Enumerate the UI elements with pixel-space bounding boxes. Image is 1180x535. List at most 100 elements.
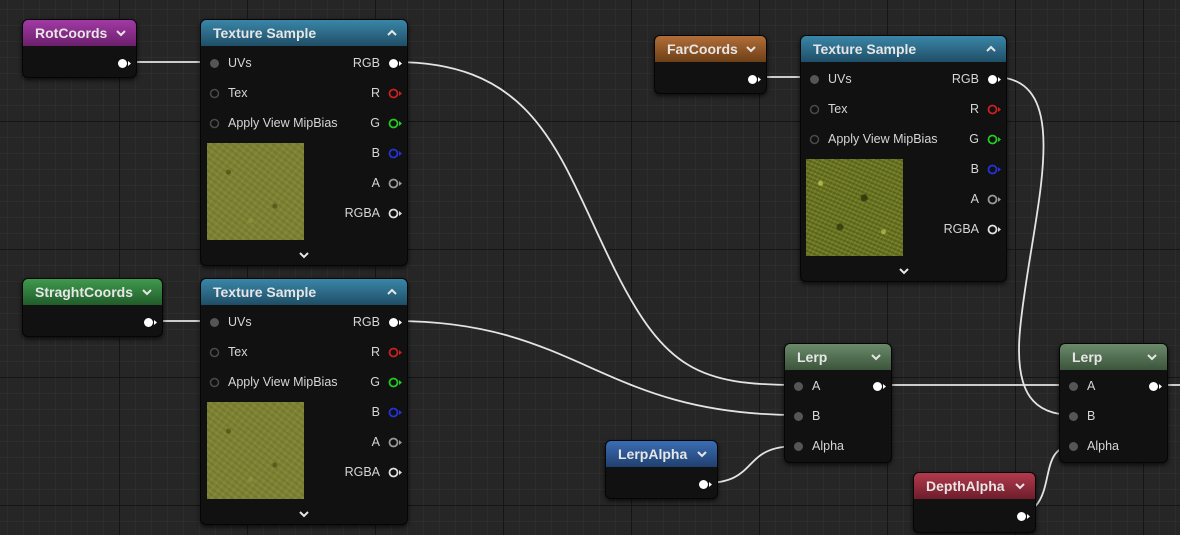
rotcoords-node[interactable]: RotCoords [22,19,137,78]
pin-rgba[interactable]: RGBA [345,203,402,223]
filled-circle-pin-icon[interactable] [1068,411,1079,422]
pin-apply-view-mipbias[interactable]: Apply View MipBias [809,129,938,149]
hollow-circle-pin-icon[interactable] [209,347,220,358]
hollow-circle-pin-icon[interactable] [987,194,1001,205]
filled-circle-pin-icon[interactable] [747,74,761,85]
filled-circle-pin-icon[interactable] [117,58,131,69]
chevron-down-icon[interactable] [298,251,310,259]
pin-apply-view-mipbias[interactable]: Apply View MipBias [209,372,338,392]
hollow-circle-pin-icon[interactable] [388,88,402,99]
lerp-2-header[interactable]: Lerp [1060,344,1167,370]
chevron-down-icon[interactable] [898,267,910,275]
lerp-1-header[interactable]: Lerp [785,344,891,370]
texture-sample-2-header[interactable]: Texture Sample [201,279,407,305]
pin-rgb[interactable]: RGB [952,69,1001,89]
pin-g[interactable]: G [370,113,402,133]
hollow-circle-pin-icon[interactable] [388,178,402,189]
straightcoords-node[interactable]: StraghtCoords [22,278,163,337]
hollow-circle-pin-icon[interactable] [388,347,402,358]
chevron-down-icon[interactable] [140,285,154,299]
rotcoords-header[interactable]: RotCoords [23,20,136,46]
chevron-down-icon[interactable] [1145,350,1159,364]
chevron-up-icon[interactable] [385,26,399,40]
pin-tex[interactable]: Tex [209,342,247,362]
hollow-circle-pin-icon[interactable] [987,134,1001,145]
hollow-circle-pin-icon[interactable] [388,437,402,448]
chevron-down-icon[interactable] [114,26,128,40]
filled-circle-pin-icon[interactable] [987,74,1001,85]
filled-circle-pin-icon[interactable] [698,479,712,490]
hollow-circle-pin-icon[interactable] [388,467,402,478]
hollow-circle-pin-icon[interactable] [987,224,1001,235]
filled-circle-pin-icon[interactable] [872,381,886,392]
pin-rgba[interactable]: RGBA [944,219,1001,239]
pin-apply-view-mipbias[interactable]: Apply View MipBias [209,113,338,133]
pin-uvs[interactable]: UVs [809,69,852,89]
filled-circle-pin-icon[interactable] [209,58,220,69]
pin-b[interactable]: B [372,402,402,422]
pin-rgba[interactable]: RGBA [345,462,402,482]
texture-sample-node-1[interactable]: Texture Sample UVs Tex Apply View MipBia… [200,19,408,266]
chevron-down-icon[interactable] [744,42,758,56]
filled-circle-pin-icon[interactable] [209,317,220,328]
hollow-circle-pin-icon[interactable] [809,104,820,115]
hollow-circle-pin-icon[interactable] [388,118,402,129]
hollow-circle-pin-icon[interactable] [209,118,220,129]
chevron-down-icon[interactable] [695,447,709,461]
chevron-down-icon[interactable] [869,350,883,364]
filled-circle-pin-icon[interactable] [793,441,804,452]
texture-sample-node-2[interactable]: Texture Sample UVs Tex Apply View MipBia… [200,278,408,525]
pin-a[interactable]: A [372,173,402,193]
chevron-down-icon[interactable] [298,510,310,518]
texture-sample-node-3[interactable]: Texture Sample UVs Tex Apply View MipBia… [800,35,1007,282]
pin-a[interactable]: A [971,189,1001,209]
pin-result[interactable] [864,376,886,396]
pin-r[interactable]: R [970,99,1001,119]
pin-a[interactable]: A [793,376,820,396]
pin-rgb[interactable]: RGB [353,312,402,332]
depthalpha-header[interactable]: DepthAlpha [914,473,1035,499]
hollow-circle-pin-icon[interactable] [209,88,220,99]
pin-r[interactable]: R [371,342,402,362]
texture-sample-1-header[interactable]: Texture Sample [201,20,407,46]
pin-uvs[interactable]: UVs [209,53,252,73]
lerpalpha-node[interactable]: LerpAlpha [605,440,718,499]
pin-a[interactable]: A [372,432,402,452]
filled-circle-pin-icon[interactable] [1148,381,1162,392]
pin-g[interactable]: G [370,372,402,392]
filled-circle-pin-icon[interactable] [809,74,820,85]
hollow-circle-pin-icon[interactable] [987,104,1001,115]
chevron-up-icon[interactable] [385,285,399,299]
pin-b[interactable]: B [793,406,820,426]
filled-circle-pin-icon[interactable] [388,58,402,69]
filled-circle-pin-icon[interactable] [1068,441,1079,452]
pin-b[interactable]: B [971,159,1001,179]
hollow-circle-pin-icon[interactable] [809,134,820,145]
lerpalpha-header[interactable]: LerpAlpha [606,441,717,467]
texture-sample-3-header[interactable]: Texture Sample [801,36,1006,62]
hollow-circle-pin-icon[interactable] [987,164,1001,175]
filled-circle-pin-icon[interactable] [143,317,157,328]
filled-circle-pin-icon[interactable] [1016,511,1030,522]
farcoords-header[interactable]: FarCoords [655,36,766,62]
hollow-circle-pin-icon[interactable] [388,208,402,219]
filled-circle-pin-icon[interactable] [1068,381,1079,392]
depthalpha-node[interactable]: DepthAlpha [913,472,1036,533]
chevron-up-icon[interactable] [984,42,998,56]
pin-b[interactable]: B [372,143,402,163]
hollow-circle-pin-icon[interactable] [209,377,220,388]
lerp-node-2[interactable]: Lerp A B Alpha [1059,343,1168,463]
hollow-circle-pin-icon[interactable] [388,148,402,159]
straightcoords-header[interactable]: StraghtCoords [23,279,162,305]
hollow-circle-pin-icon[interactable] [388,407,402,418]
hollow-circle-pin-icon[interactable] [388,377,402,388]
filled-circle-pin-icon[interactable] [793,381,804,392]
filled-circle-pin-icon[interactable] [388,317,402,328]
lerp-node-1[interactable]: Lerp A B Alpha [784,343,892,463]
filled-circle-pin-icon[interactable] [793,411,804,422]
pin-b[interactable]: B [1068,406,1095,426]
pin-alpha[interactable]: Alpha [793,436,844,456]
pin-alpha[interactable]: Alpha [1068,436,1119,456]
pin-result[interactable] [1140,376,1162,396]
pin-r[interactable]: R [371,83,402,103]
